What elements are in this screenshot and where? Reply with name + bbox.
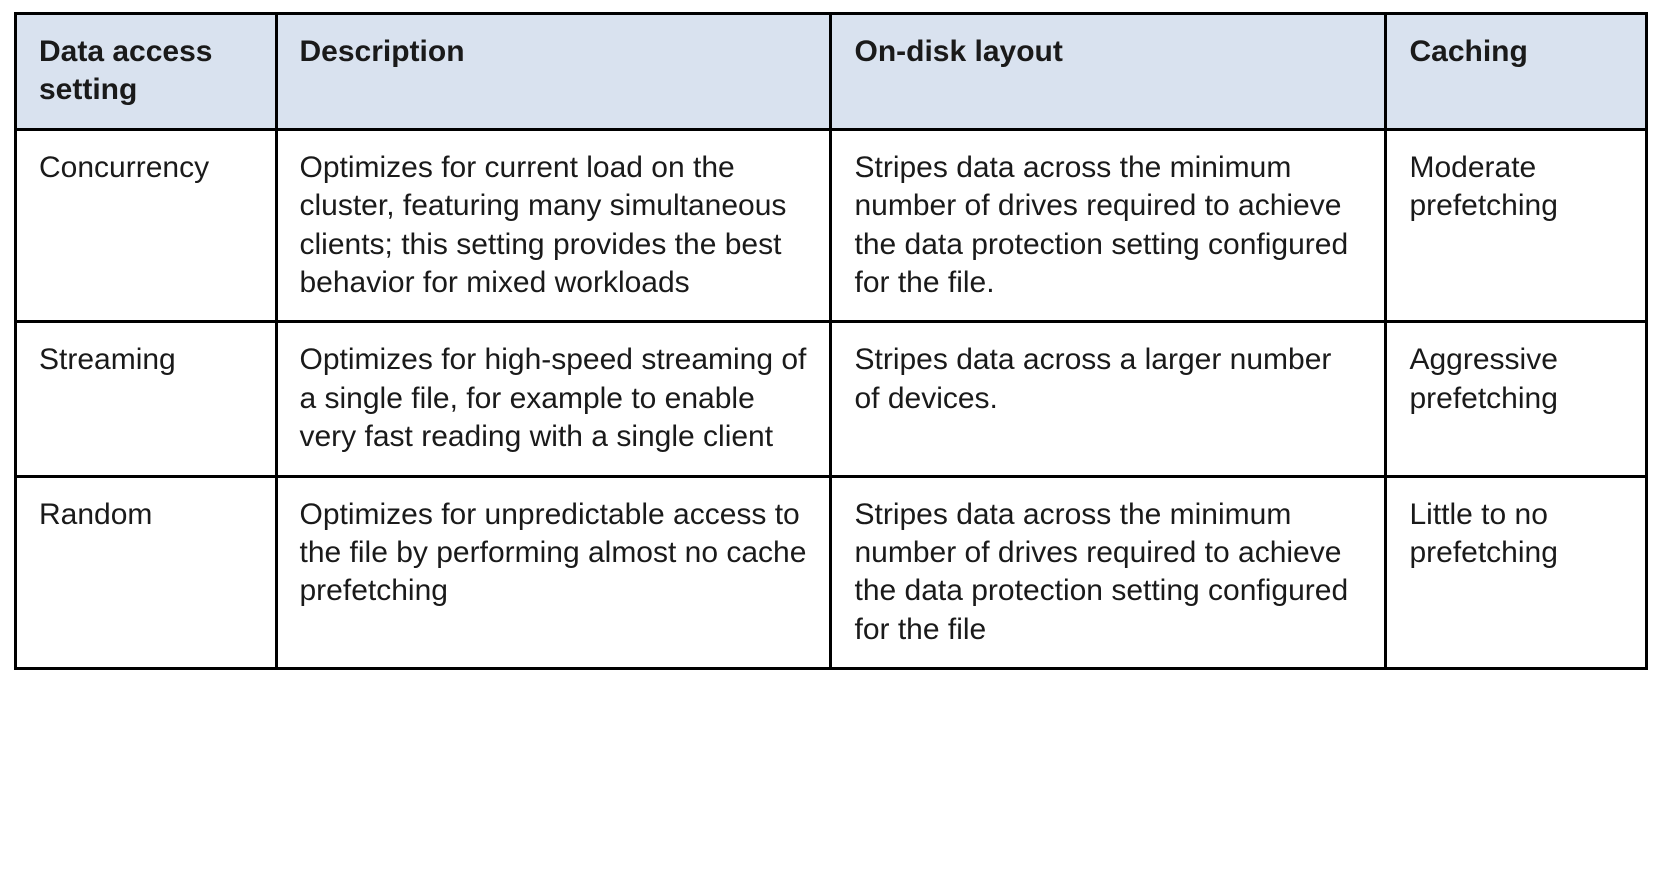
cell-caching: Little to no prefetching [1386, 476, 1647, 669]
cell-layout: Stripes data across the minimum number o… [831, 129, 1386, 322]
cell-caching: Aggressive prefetching [1386, 322, 1647, 476]
col-header-setting: Data access setting [16, 14, 277, 130]
cell-description: Optimizes for high-speed streaming of a … [276, 322, 831, 476]
table-header-row: Data access setting Description On-disk … [16, 14, 1647, 130]
cell-caching: Moderate prefetching [1386, 129, 1647, 322]
col-header-layout: On-disk layout [831, 14, 1386, 130]
cell-setting: Random [16, 476, 277, 669]
cell-setting: Streaming [16, 322, 277, 476]
table-container: Data access setting Description On-disk … [0, 0, 1662, 682]
col-header-description: Description [276, 14, 831, 130]
table-row: Concurrency Optimizes for current load o… [16, 129, 1647, 322]
table-row: Streaming Optimizes for high-speed strea… [16, 322, 1647, 476]
cell-description: Optimizes for unpredictable access to th… [276, 476, 831, 669]
cell-layout: Stripes data across a larger number of d… [831, 322, 1386, 476]
cell-description: Optimizes for current load on the cluste… [276, 129, 831, 322]
table-row: Random Optimizes for unpredictable acces… [16, 476, 1647, 669]
cell-layout: Stripes data across the minimum number o… [831, 476, 1386, 669]
cell-setting: Concurrency [16, 129, 277, 322]
data-access-table: Data access setting Description On-disk … [14, 12, 1648, 670]
col-header-caching: Caching [1386, 14, 1647, 130]
